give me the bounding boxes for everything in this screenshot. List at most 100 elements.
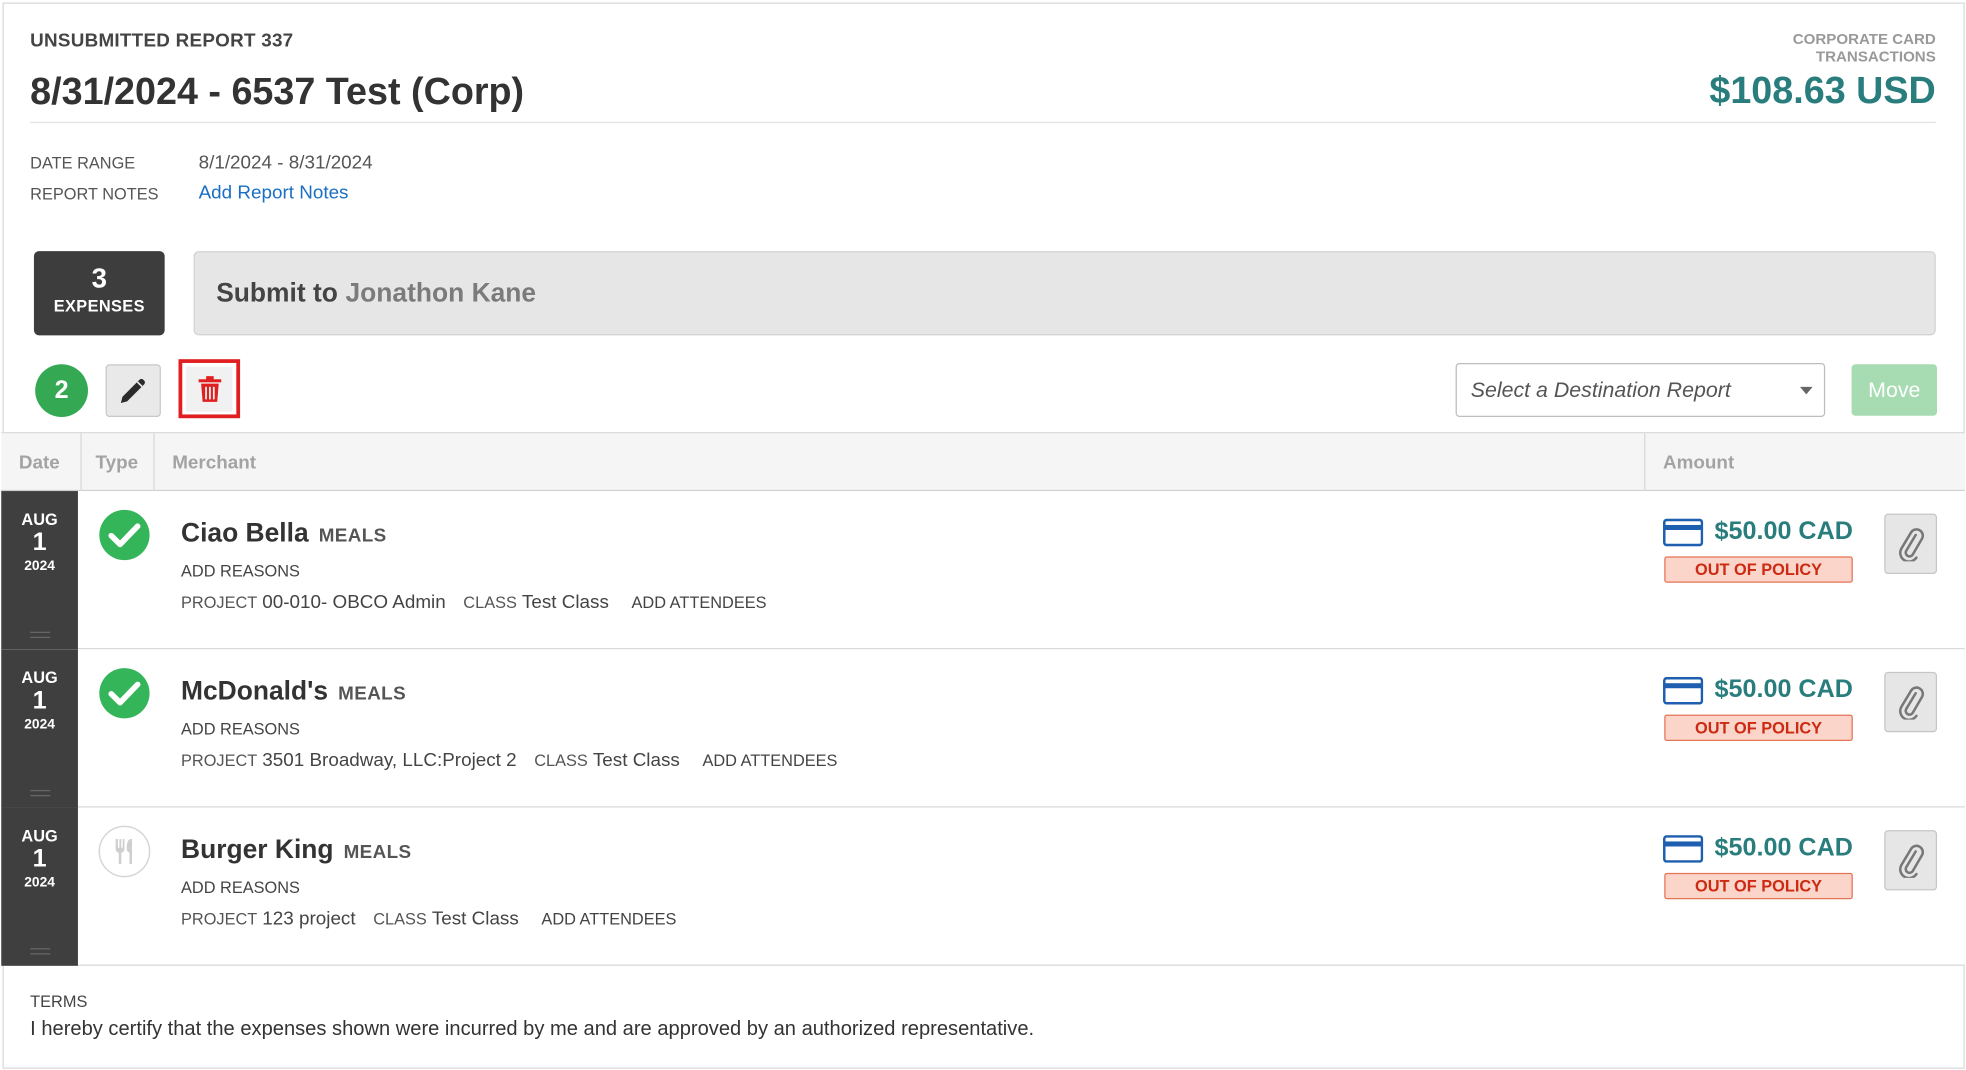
date-year: 2024	[24, 558, 55, 574]
check-circle-icon	[99, 509, 150, 561]
corporate-card-label: CORPORATE CARD TRANSACTIONS	[1684, 30, 1936, 66]
add-attendees-link[interactable]: ADD ATTENDEES	[541, 909, 676, 928]
add-report-notes-link[interactable]: Add Report Notes	[199, 182, 349, 203]
column-divider	[153, 433, 155, 492]
date-month: AUG	[21, 668, 58, 687]
expense-amount: $50.00 CAD	[1714, 675, 1853, 704]
corporate-card-label-line1: CORPORATE CARD	[1792, 30, 1936, 48]
date-cell: AUG 1 2024	[1, 807, 78, 966]
date-range-label: DATE RANGE	[30, 153, 136, 173]
expense-amount: $50.00 CAD	[1714, 833, 1853, 862]
expense-category: MEALS	[318, 524, 387, 547]
expense-count: 3	[91, 262, 108, 294]
selected-count-badge: 2	[35, 364, 88, 417]
class-label: CLASS	[463, 592, 517, 612]
out-of-policy-badge[interactable]: OUT OF POLICY	[1664, 714, 1853, 741]
column-header-amount[interactable]: Amount	[1663, 433, 1734, 491]
project-value[interactable]: 3501 Broadway, LLC:Project 2	[262, 750, 516, 771]
attach-receipt-button[interactable]	[1884, 513, 1938, 574]
credit-card-icon	[1663, 518, 1704, 547]
out-of-policy-badge[interactable]: OUT OF POLICY	[1664, 872, 1853, 900]
project-value[interactable]: 123 project	[262, 908, 355, 929]
date-cell: AUG 1 2024	[1, 649, 78, 808]
corporate-card-label-line2: TRANSACTIONS	[1815, 47, 1936, 66]
pencil-icon	[120, 378, 145, 403]
paperclip-icon	[1899, 686, 1925, 720]
expense-category: MEALS	[338, 683, 407, 705]
destination-report-placeholder: Select a Destination Report	[1470, 377, 1731, 402]
out-of-policy-badge[interactable]: OUT OF POLICY	[1664, 556, 1853, 583]
submit-prefix: Submit to	[216, 278, 338, 308]
table-header: Date Type Merchant Amount	[1, 432, 1965, 492]
project-value[interactable]: 00-010- OBCO Admin	[262, 592, 445, 613]
drag-handle-icon[interactable]	[30, 948, 51, 955]
date-month: AUG	[21, 509, 58, 529]
edit-button[interactable]	[105, 364, 161, 417]
class-label: CLASS	[373, 909, 427, 929]
class-value[interactable]: Test Class	[593, 750, 680, 771]
report-total: $108.63 USD	[1709, 70, 1936, 112]
merchant-name-text: Ciao Bella	[181, 518, 309, 548]
class-value[interactable]: Test Class	[432, 908, 519, 929]
table-row[interactable]: AUG 1 2024 Ciao Bella MEALS ADD REASONS P…	[1, 491, 1965, 650]
paperclip-icon	[1899, 528, 1925, 562]
header-divider	[30, 121, 1936, 124]
merchant-name[interactable]: Ciao Bella MEALS	[181, 519, 387, 549]
expense-details: PROJECT 123 project CLASS Test Class ADD ATT…	[181, 908, 676, 929]
project-label: PROJECT	[181, 592, 258, 612]
approver-name: Jonathon Kane	[345, 278, 537, 308]
destination-report-select[interactable]: Select a Destination Report	[1455, 362, 1826, 417]
attach-receipt-button[interactable]	[1884, 671, 1938, 733]
report-notes-label: REPORT NOTES	[30, 184, 159, 204]
table-row[interactable]: AUG 1 2024 McDonald's MEALS ADD REASONS P…	[1, 649, 1965, 808]
drag-handle-icon[interactable]	[30, 631, 51, 638]
date-day: 1	[32, 686, 47, 715]
date-year: 2024	[24, 717, 55, 733]
paperclip-icon	[1899, 844, 1925, 878]
delete-button[interactable]	[178, 359, 241, 419]
merchant-name-text: McDonald's	[181, 676, 329, 706]
column-header-merchant[interactable]: Merchant	[172, 433, 256, 491]
move-button[interactable]: Move	[1851, 364, 1938, 416]
project-label: PROJECT	[181, 751, 258, 770]
credit-card-icon	[1663, 676, 1704, 705]
attach-receipt-button[interactable]	[1884, 830, 1938, 891]
add-reasons-link[interactable]: ADD REASONS	[181, 878, 300, 897]
column-divider	[80, 433, 82, 492]
add-attendees-link[interactable]: ADD ATTENDEES	[632, 593, 767, 612]
column-header-date[interactable]: Date	[19, 433, 60, 491]
terms-label: TERMS	[30, 992, 88, 1011]
terms-text: I hereby certify that the expenses shown…	[30, 1018, 1035, 1040]
date-year: 2024	[24, 875, 55, 891]
class-value[interactable]: Test Class	[522, 592, 609, 613]
expense-count-badge: 3 EXPENSES	[33, 251, 165, 336]
expense-amount: $50.00 CAD	[1714, 517, 1853, 546]
chevron-down-icon	[1800, 386, 1813, 395]
expense-details: PROJECT 00-010- OBCO Admin CLASS Test Class…	[181, 592, 767, 613]
merchant-name[interactable]: Burger King MEALS	[181, 835, 411, 865]
submit-button[interactable]: Submit to Jonathon Kane	[193, 251, 1936, 336]
column-header-type[interactable]: Type	[96, 433, 139, 491]
expense-count-label: EXPENSES	[53, 296, 145, 316]
expense-category: MEALS	[343, 841, 412, 863]
column-divider	[1644, 433, 1646, 492]
drag-handle-icon[interactable]	[30, 789, 51, 797]
class-label: CLASS	[534, 751, 588, 770]
add-attendees-link[interactable]: ADD ATTENDEES	[702, 751, 837, 770]
check-circle-icon	[99, 668, 150, 719]
credit-card-icon	[1663, 835, 1704, 863]
page-title: 8/31/2024 - 6537 Test (Corp)	[30, 71, 525, 114]
merchant-name-text: Burger King	[181, 835, 334, 865]
report-status-number: UNSUBMITTED REPORT 337	[30, 30, 294, 52]
trash-icon	[197, 375, 221, 402]
project-label: PROJECT	[181, 909, 258, 929]
expense-details: PROJECT 3501 Broadway, LLC:Project 2 CLASS…	[181, 750, 837, 771]
merchant-name[interactable]: McDonald's MEALS	[181, 677, 406, 707]
table-row[interactable]: AUG 1 2024 Burger King MEALS ADD REASONS …	[1, 807, 1965, 966]
add-reasons-link[interactable]: ADD REASONS	[181, 561, 300, 580]
add-reasons-link[interactable]: ADD REASONS	[181, 720, 300, 739]
date-day: 1	[32, 528, 47, 557]
fork-knife-icon[interactable]	[98, 825, 151, 878]
date-cell: AUG 1 2024	[1, 491, 78, 650]
date-range-value: 8/1/2024 - 8/31/2024	[198, 151, 373, 174]
